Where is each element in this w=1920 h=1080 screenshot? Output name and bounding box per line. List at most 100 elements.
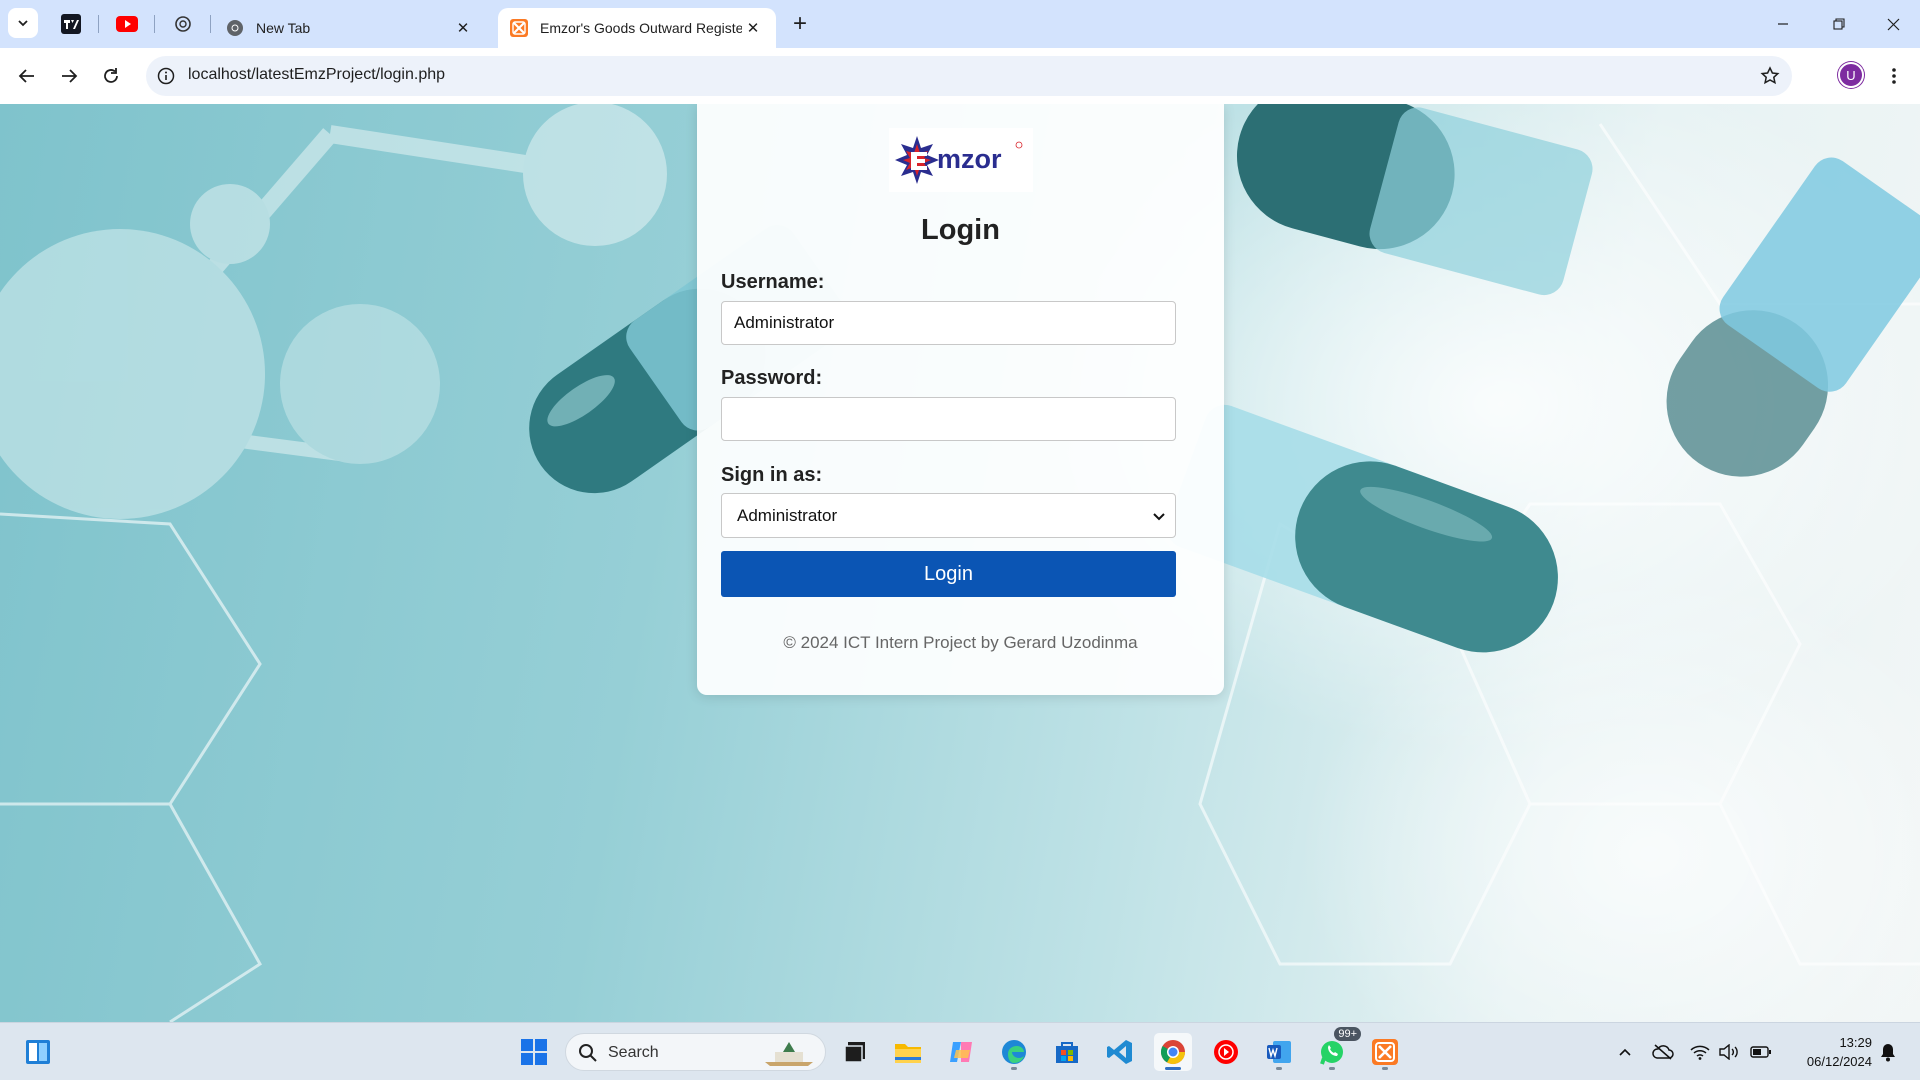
clock-time: 13:29 [1839, 1035, 1872, 1050]
reload-icon [104, 68, 118, 83]
volume-button[interactable] [1718, 1041, 1742, 1063]
clock-date: 06/12/2024 [1806, 1054, 1872, 1069]
site-info-icon[interactable] [154, 64, 178, 88]
restore-button[interactable] [1816, 6, 1862, 42]
start-button[interactable] [515, 1033, 553, 1071]
reload-button[interactable] [96, 61, 126, 91]
windows-logo-icon [521, 1039, 547, 1065]
running-indicator [1329, 1067, 1335, 1070]
arrow-left-icon [18, 69, 34, 83]
microsoft-store-button[interactable] [1048, 1033, 1086, 1071]
tab-separator [154, 15, 155, 33]
page-viewport: mzor Login Username: Password: Sign in a… [0, 104, 1920, 1022]
xampp-icon [1372, 1039, 1398, 1065]
taskbar-clock[interactable]: 13:29 06/12/2024 [1782, 1033, 1872, 1071]
running-indicator [1276, 1067, 1282, 1070]
browser-menu-button[interactable] [1880, 62, 1908, 90]
restore-icon [1833, 18, 1845, 30]
address-bar[interactable]: localhost/latestEmzProject/login.php [146, 56, 1792, 96]
tab-separator [98, 15, 99, 33]
minimize-button[interactable] [1760, 6, 1806, 42]
volume-icon [1719, 1044, 1738, 1060]
role-label: Sign in as: [721, 464, 823, 486]
svg-text:mzor: mzor [937, 144, 1002, 174]
folder-icon [895, 1044, 921, 1063]
close-icon [1887, 18, 1899, 30]
windows-taskbar: Search 99+ 13:29 06/12/2024 [0, 1022, 1920, 1080]
cloud-offline-icon [1652, 1044, 1674, 1060]
file-explorer-button[interactable] [889, 1033, 927, 1071]
tab-new-tab[interactable]: New Tab ✕ [214, 8, 486, 48]
xampp-icon [510, 19, 528, 37]
youtube-icon [116, 16, 138, 32]
store-icon [1056, 1042, 1078, 1063]
new-tab-button[interactable]: + [786, 10, 814, 38]
xampp-taskbar-button[interactable] [1366, 1033, 1404, 1071]
username-input[interactable] [721, 301, 1176, 345]
chevron-down-icon [1153, 513, 1165, 521]
footer-copyright: © 2024 ICT Intern Project by Gerard Uzod… [783, 633, 1138, 652]
vscode-button[interactable] [1101, 1033, 1139, 1071]
minimize-icon [1778, 23, 1788, 25]
chevron-up-icon [1619, 1048, 1631, 1056]
login-card: mzor Login Username: Password: Sign in a… [697, 104, 1224, 695]
pinned-tab-youtube[interactable] [112, 9, 142, 39]
profile-avatar[interactable]: U [1838, 62, 1864, 88]
emzor-logo-mark: mzor [895, 136, 1023, 184]
word-icon [1267, 1041, 1291, 1063]
chrome-taskbar-button[interactable] [1154, 1033, 1192, 1071]
tab-title: Emzor's Goods Outward Register [540, 20, 742, 36]
pinned-tab-tradingview[interactable] [56, 9, 86, 39]
running-indicator [1165, 1067, 1181, 1070]
close-tab-icon[interactable]: ✕ [452, 17, 474, 39]
tradingview-icon [61, 14, 81, 34]
role-select[interactable]: Administrator [721, 493, 1176, 538]
edge-button[interactable] [995, 1033, 1033, 1071]
battery-button[interactable] [1749, 1041, 1773, 1063]
forward-button[interactable] [54, 61, 84, 91]
login-title: Login [921, 214, 1000, 246]
close-window-button[interactable] [1870, 6, 1916, 42]
password-label: Password: [721, 367, 823, 389]
username-label: Username: [721, 271, 825, 293]
bookmark-star-icon[interactable] [1758, 64, 1782, 88]
browser-tab-strip: New Tab ✕ Emzor's Goods Outward Register… [0, 0, 1920, 48]
word-button[interactable] [1260, 1033, 1298, 1071]
pinned-tab-chatgpt[interactable] [168, 9, 198, 39]
youtube-music-icon [1214, 1040, 1238, 1064]
notification-badge: 99+ [1334, 1027, 1361, 1041]
wifi-icon [1690, 1045, 1710, 1060]
search-highlight-image [765, 1042, 813, 1066]
search-icon [579, 1044, 597, 1062]
notification-bell-icon [1881, 1044, 1895, 1062]
role-select-value: Administrator [737, 506, 838, 525]
taskbar-search-placeholder: Search [608, 1044, 659, 1061]
login-button[interactable]: Login [721, 551, 1176, 597]
whatsapp-button[interactable]: 99+ [1313, 1027, 1361, 1071]
more-vertical-icon [1892, 68, 1896, 84]
tab-emzor-register[interactable]: Emzor's Goods Outward Register ✕ [498, 8, 776, 48]
youtube-music-button[interactable] [1207, 1033, 1245, 1071]
onedrive-status-button[interactable] [1651, 1041, 1675, 1063]
widgets-button[interactable] [19, 1033, 57, 1071]
address-url[interactable]: localhost/latestEmzProject/login.php [188, 66, 445, 84]
tab-separator [210, 15, 211, 33]
capsule-top [1236, 104, 1593, 296]
tab-title: New Tab [256, 20, 311, 36]
edge-icon [1002, 1040, 1026, 1064]
tab-search-button[interactable] [8, 8, 38, 38]
chevron-down-icon [18, 20, 28, 27]
task-view-button[interactable] [836, 1033, 874, 1071]
close-tab-icon[interactable]: ✕ [742, 17, 764, 39]
wifi-button[interactable] [1688, 1041, 1712, 1063]
password-input[interactable] [721, 397, 1176, 441]
show-hidden-icons-button[interactable] [1613, 1041, 1637, 1063]
copilot-button[interactable] [942, 1033, 980, 1071]
widgets-icon [26, 1040, 50, 1064]
notifications-button[interactable] [1876, 1041, 1900, 1063]
taskbar-search-box[interactable]: Search [565, 1033, 826, 1071]
capsule-far-right [1666, 157, 1920, 477]
running-indicator [1011, 1067, 1017, 1070]
copilot-icon [950, 1042, 972, 1062]
back-button[interactable] [12, 61, 42, 91]
